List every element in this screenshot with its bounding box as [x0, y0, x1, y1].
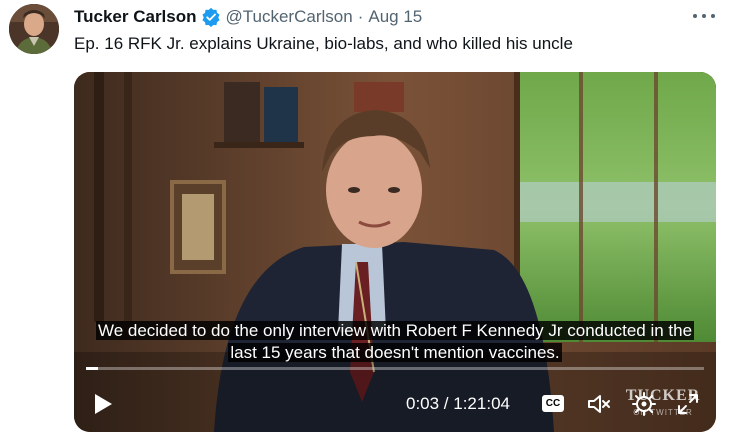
tweet-header: Tucker Carlson @TuckerCarlson · Aug 15: [74, 6, 422, 28]
avatar-image: [9, 4, 59, 54]
verified-badge-icon: [201, 7, 220, 27]
closed-captions-button[interactable]: CC: [542, 395, 564, 412]
video-subtitle: We decided to do the only interview with…: [74, 320, 716, 364]
video-controls: 0:03 / 1:21:04 CC TUCKER ON TWITTER: [74, 384, 716, 424]
more-options-icon[interactable]: [693, 6, 715, 26]
author-name[interactable]: Tucker Carlson: [74, 7, 197, 27]
author-handle[interactable]: @TuckerCarlson: [226, 7, 353, 27]
avatar[interactable]: [9, 4, 59, 54]
separator-dot: ·: [357, 7, 364, 26]
video-frame: [74, 72, 716, 432]
tweet-date[interactable]: Aug 15: [368, 7, 422, 27]
subtitle-line-1: We decided to do the only interview with…: [95, 321, 695, 340]
fullscreen-icon[interactable]: [676, 392, 700, 416]
video-progress-bar[interactable]: [86, 367, 704, 370]
video-player[interactable]: We decided to do the only interview with…: [74, 72, 716, 432]
tweet-text: Ep. 16 RFK Jr. explains Ukraine, bio-lab…: [74, 34, 573, 53]
video-progress-fill: [86, 367, 99, 370]
play-icon[interactable]: [92, 392, 114, 416]
settings-gear-icon[interactable]: [632, 392, 656, 416]
video-time: 0:03 / 1:21:04: [406, 394, 510, 413]
subtitle-line-2: last 15 years that doesn't mention vacci…: [228, 343, 562, 362]
